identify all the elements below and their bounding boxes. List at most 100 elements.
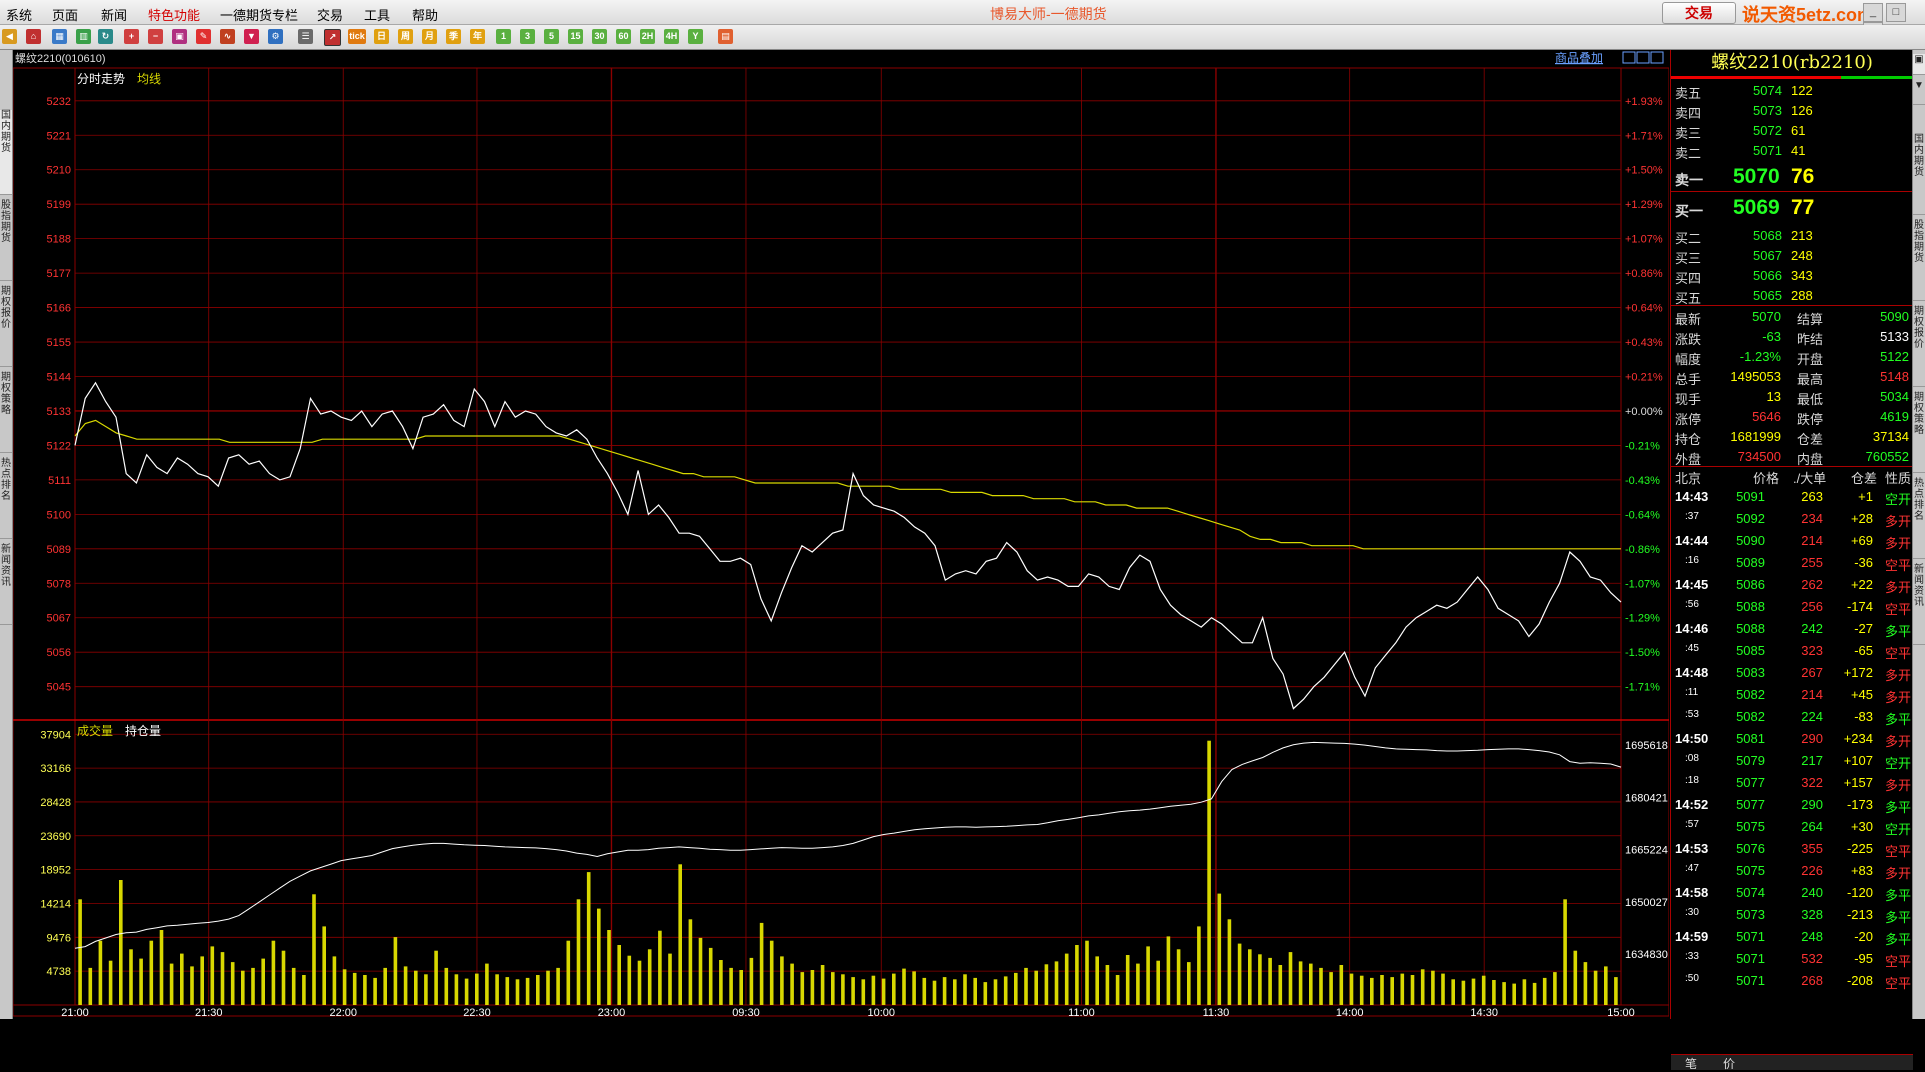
period-quarter[interactable]: 季 — [446, 29, 461, 44]
right-tab-news[interactable]: 新闻资讯 — [1913, 564, 1925, 645]
stat-row[interactable]: 总手 1495053 最高 5148 — [1671, 366, 1913, 387]
tick-row[interactable]: :08 5079 217 +107 空开 — [1671, 750, 1913, 771]
left-tab-options-quote[interactable]: 期权报价 — [0, 286, 12, 367]
period-3min[interactable]: 3 — [520, 29, 535, 44]
menu-yide-column[interactable]: 一德期货专栏 — [220, 5, 298, 24]
stat-row[interactable]: 外盘 734500 内盘 760552 — [1671, 446, 1913, 467]
scroll-down-icon[interactable]: ▼ — [1913, 80, 1925, 105]
period-2h[interactable]: 2H — [640, 29, 655, 44]
menu-features[interactable]: 特色功能 — [148, 5, 200, 24]
period-week[interactable]: 周 — [398, 29, 413, 44]
float-window-icon[interactable]: ▣ — [1913, 54, 1925, 75]
bid-row[interactable]: 买五 5065 288 — [1671, 285, 1913, 306]
chart-icon[interactable]: ▥ — [76, 29, 91, 44]
tick-row[interactable]: :53 5082 224 -83 多平 — [1671, 706, 1913, 727]
tick-row[interactable]: :37 5092 234 +28 多开 — [1671, 508, 1913, 529]
overlay-link[interactable]: 商品叠加 — [1555, 50, 1603, 65]
intraday-chart-icon[interactable]: ↗ — [324, 29, 341, 46]
tick-row[interactable]: 14:46 5088 242 -27 多平 — [1671, 618, 1913, 639]
zoom-out-icon[interactable]: − — [148, 29, 163, 44]
period-month[interactable]: 月 — [422, 29, 437, 44]
bid-row[interactable]: 买三 5067 248 — [1671, 245, 1913, 266]
left-tab-news[interactable]: 新闻资讯 — [0, 544, 12, 625]
stat-row[interactable]: 现手 13 最低 5034 — [1671, 386, 1913, 407]
home-icon[interactable]: ⌂ — [26, 29, 41, 44]
menu-tools[interactable]: 工具 — [364, 5, 390, 24]
table-icon[interactable]: ☰ — [298, 29, 313, 44]
stat-row[interactable]: 涨停 5646 跌停 4619 — [1671, 406, 1913, 427]
menu-help[interactable]: 帮助 — [412, 5, 438, 24]
period-day[interactable]: 日 — [374, 29, 389, 44]
tick-row[interactable]: :56 5088 256 -174 空平 — [1671, 596, 1913, 617]
ask-row[interactable]: 卖三 5072 61 — [1671, 120, 1913, 141]
right-tab-domestic-futures[interactable]: 国内期货 — [1913, 134, 1925, 215]
intraday-chart[interactable]: 螺纹2210(010610) 商品叠加 5232 +1.93% 5221 +1.71% 52… — [13, 50, 1669, 1019]
tick-row[interactable]: :11 5082 214 +45 多开 — [1671, 684, 1913, 705]
period-4h[interactable]: 4H — [664, 29, 679, 44]
menu-trade[interactable]: 交易 — [317, 5, 343, 24]
bid-row[interactable]: 买四 5066 343 — [1671, 265, 1913, 286]
filter-icon[interactable]: ▼ — [244, 29, 259, 44]
tick-row[interactable]: :18 5077 322 +157 多开 — [1671, 772, 1913, 793]
stat-row[interactable]: 最新 5070 结算 5090 — [1671, 306, 1913, 327]
refresh-icon[interactable]: ↻ — [98, 29, 113, 44]
tick-row[interactable]: :16 5089 255 -36 空平 — [1671, 552, 1913, 573]
period-30min[interactable]: 30 — [592, 29, 607, 44]
draw-pen-icon[interactable]: ✎ — [196, 29, 211, 44]
tick-row[interactable]: :50 5071 268 -208 空平 — [1671, 970, 1913, 991]
ask-row[interactable]: 卖五 5074 122 — [1671, 80, 1913, 101]
left-tab-index-futures[interactable]: 股指期货 — [0, 200, 12, 281]
ask-row[interactable]: 卖四 5073 126 — [1671, 100, 1913, 121]
zoom-in-icon[interactable]: + — [124, 29, 139, 44]
left-tab-options-strategy[interactable]: 期权策略 — [0, 372, 12, 453]
period-year[interactable]: 年 — [470, 29, 485, 44]
trade-button[interactable]: 交易 — [1662, 2, 1736, 24]
period-60min[interactable]: 60 — [616, 29, 631, 44]
right-tab-options-quote[interactable]: 期权报价 — [1913, 306, 1925, 387]
settings-icon[interactable]: ⚙ — [268, 29, 283, 44]
menu-system[interactable]: 系统 — [6, 5, 32, 24]
right-tab-index-futures[interactable]: 股指期货 — [1913, 220, 1925, 301]
tick-row[interactable]: :45 5085 323 -65 空平 — [1671, 640, 1913, 661]
tick-row[interactable]: :30 5073 328 -213 多平 — [1671, 904, 1913, 925]
quote-list-icon[interactable]: ▦ — [52, 29, 67, 44]
tick-header[interactable]: 北京 价格 ./大单 仓差 性质 — [1671, 465, 1913, 486]
tick-row[interactable]: 14:52 5077 290 -173 多平 — [1671, 794, 1913, 815]
minimize-icon[interactable]: _ — [1863, 3, 1883, 22]
ask-row[interactable]: 卖二 5071 41 — [1671, 140, 1913, 161]
right-tab-hot-rank[interactable]: 热点排名 — [1913, 478, 1925, 559]
period-1min[interactable]: 1 — [496, 29, 511, 44]
tick-row[interactable]: 14:58 5074 240 -120 多平 — [1671, 882, 1913, 903]
tick-row[interactable]: :33 5071 532 -95 空平 — [1671, 948, 1913, 969]
tick-row[interactable]: :47 5075 226 +83 多开 — [1671, 860, 1913, 881]
tick-row[interactable]: :57 5075 264 +30 空开 — [1671, 816, 1913, 837]
stat-row[interactable]: 涨跌 -63 昨结 5133 — [1671, 326, 1913, 347]
period-15min[interactable]: 15 — [568, 29, 583, 44]
period-5min[interactable]: 5 — [544, 29, 559, 44]
calendar-icon[interactable]: ▤ — [718, 29, 733, 44]
tick-row[interactable]: 14:50 5081 290 +234 多开 — [1671, 728, 1913, 749]
bid-row-best[interactable]: 买一 5069 77 — [1671, 193, 1913, 225]
period-tick[interactable]: tick — [348, 29, 366, 44]
window-icon[interactable]: ▣ — [172, 29, 187, 44]
tick-row[interactable]: 14:45 5086 262 +22 多开 — [1671, 574, 1913, 595]
tick-row[interactable]: 14:59 5071 248 -20 多平 — [1671, 926, 1913, 947]
maximize-icon[interactable]: □ — [1886, 3, 1906, 22]
ask-row-best[interactable]: 卖一 5070 76 — [1671, 162, 1913, 194]
tab-price[interactable]: 价 — [1723, 1055, 1735, 1072]
stat-row[interactable]: 幅度 -1.23% 开盘 5122 — [1671, 346, 1913, 367]
bid-row[interactable]: 买二 5068 213 — [1671, 225, 1913, 246]
menu-news[interactable]: 新闻 — [101, 5, 127, 24]
tick-row[interactable]: 14:48 5083 267 +172 多开 — [1671, 662, 1913, 683]
tab-trades[interactable]: 笔 — [1685, 1055, 1697, 1072]
tick-row[interactable]: 14:43 5091 263 +1 空开 — [1671, 486, 1913, 507]
tick-row[interactable]: 14:53 5076 355 -225 空平 — [1671, 838, 1913, 859]
stat-row[interactable]: 持仓 1681999 仓差 37134 — [1671, 426, 1913, 447]
menu-page[interactable]: 页面 — [52, 5, 78, 24]
left-tab-domestic-futures[interactable]: 国内期货 — [0, 110, 12, 195]
tick-row[interactable]: 14:44 5090 214 +69 多开 — [1671, 530, 1913, 551]
left-tab-hot-rank[interactable]: 热点排名 — [0, 458, 12, 539]
back-arrow-icon[interactable]: ◀ — [2, 29, 17, 44]
right-tab-options-strategy[interactable]: 期权策略 — [1913, 392, 1925, 473]
indicator-icon[interactable]: ∿ — [220, 29, 235, 44]
